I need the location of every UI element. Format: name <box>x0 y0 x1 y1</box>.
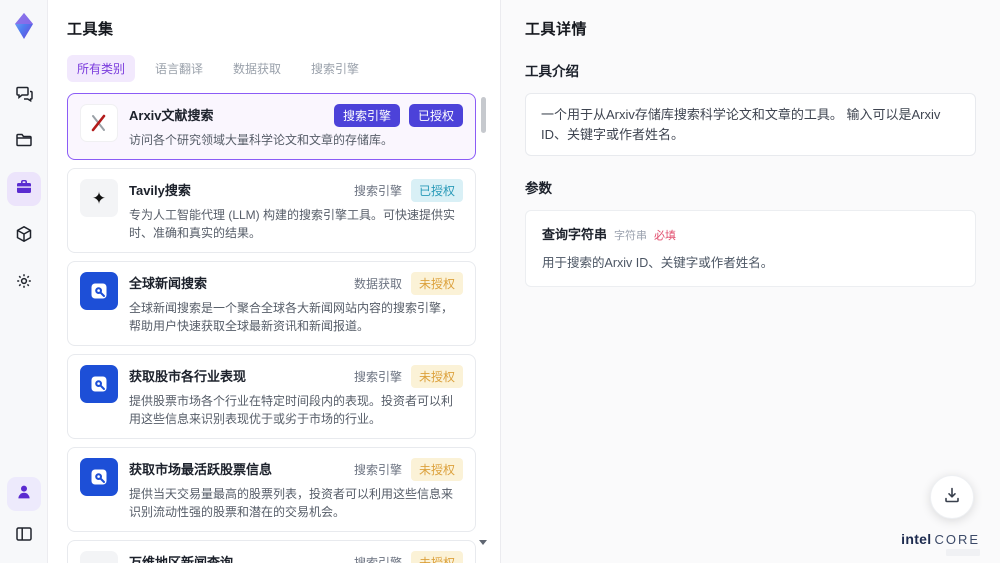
page-title: 工具集 <box>67 21 114 38</box>
auth-badge: 已授权 <box>408 104 463 127</box>
tool-description: 提供当天交易量最高的股票列表，投资者可以利用这些信息来识别流动性强的股票和潜在的… <box>129 487 454 519</box>
param-type: 字符串 <box>614 230 648 242</box>
auth-badge: 未授权 <box>410 458 463 481</box>
tool-details-panel: 工具详情 工具介绍 一个用于从Arxiv存储库搜索科学论文和文章的工具。 输入可… <box>500 0 1000 563</box>
app-window: 工具集 所有类别 语言翻译 数据获取 搜索引擎 Arxiv文献搜索 搜索引擎 已… <box>0 0 1000 563</box>
category-badge: 数据获取 <box>353 277 402 291</box>
tool-description: 全球新闻搜索是一个聚合全球各大新闻网站内容的搜索引擎，帮助用户快速获取全球最新资… <box>129 301 454 333</box>
blue-search-icon <box>80 365 118 403</box>
tool-list: Arxiv文献搜索 搜索引擎 已授权 访问各个研究领域大量科学论文和文章的存储库… <box>67 93 488 563</box>
tool-name: 全球新闻搜索 <box>129 276 208 291</box>
category-badge: 搜索引擎 <box>353 184 402 198</box>
download-button[interactable] <box>930 475 974 519</box>
auth-badge: 未授权 <box>410 272 463 295</box>
app-logo <box>6 8 42 44</box>
auth-badge: 已授权 <box>410 179 463 202</box>
brand-core-text: core <box>934 532 980 547</box>
layout-panel-icon <box>14 524 34 549</box>
scrollbar-down-arrow[interactable] <box>479 540 487 545</box>
tab-all-categories[interactable]: 所有类别 <box>67 55 136 82</box>
tool-name: 获取市场最活跃股票信息 <box>129 462 273 477</box>
nav-chat-button[interactable] <box>7 78 41 112</box>
icon-rail <box>0 0 48 563</box>
download-icon <box>942 485 962 510</box>
brand-intel-text: intel <box>901 531 932 547</box>
tab-translation[interactable]: 语言翻译 <box>145 55 213 82</box>
blue-search-icon <box>80 272 118 310</box>
nav-tools-button[interactable] <box>6 172 41 206</box>
intel-core-logo: intel core <box>901 532 980 556</box>
param-description: 用于搜索的Arxiv ID、关键字或作者姓名。 <box>542 256 774 270</box>
category-badge: 搜索引擎 <box>353 463 402 477</box>
category-tabs: 所有类别 语言翻译 数据获取 搜索引擎 <box>67 55 488 82</box>
tool-card-tavily[interactable]: ✦ Tavily搜索 搜索引擎 已授权 专为人工智能代理 (LLM) 构建的搜索… <box>67 168 476 253</box>
category-badge: 搜索引擎 <box>353 556 402 563</box>
tool-name: 获取股市各行业表现 <box>129 369 247 384</box>
scrollbar-thumb[interactable] <box>481 97 486 133</box>
intro-heading: 工具介绍 <box>525 64 579 79</box>
tool-description: 专为人工智能代理 (LLM) 构建的搜索引擎工具。可快速提供实时、准确和真实的结… <box>129 208 456 240</box>
tool-name: Arxiv文献搜索 <box>129 108 214 123</box>
sparkle-icon: ✦ <box>80 179 118 217</box>
blue-search-icon <box>80 458 118 496</box>
tool-description: 访问各个研究领域大量科学论文和文章的存储库。 <box>129 133 394 147</box>
gear-icon <box>14 271 34 296</box>
param-name: 查询字符串 <box>542 227 608 242</box>
user-icon <box>15 483 33 506</box>
newspaper-icon <box>80 551 118 563</box>
tab-search-engine[interactable]: 搜索引擎 <box>301 55 369 82</box>
params-heading: 参数 <box>525 181 552 196</box>
briefcase-icon <box>14 177 34 202</box>
tab-data-fetch[interactable]: 数据获取 <box>223 55 291 82</box>
category-badge: 搜索引擎 <box>353 370 402 384</box>
nav-packages-button[interactable] <box>7 219 41 253</box>
tool-card-global-news[interactable]: 全球新闻搜索 数据获取 未授权 全球新闻搜索是一个聚合全球各大新闻网站内容的搜索… <box>67 261 476 346</box>
user-profile-button[interactable] <box>6 477 41 511</box>
tool-card-arxiv[interactable]: Arxiv文献搜索 搜索引擎 已授权 访问各个研究领域大量科学论文和文章的存储库… <box>67 93 476 160</box>
tools-panel: 工具集 所有类别 语言翻译 数据获取 搜索引擎 Arxiv文献搜索 搜索引擎 已… <box>48 0 500 563</box>
arxiv-icon <box>80 104 118 142</box>
nav-files-button[interactable] <box>7 125 41 159</box>
tool-card-stock-sectors[interactable]: 获取股市各行业表现 搜索引擎 未授权 提供股票市场各个行业在特定时间段内的表现。… <box>67 354 476 439</box>
details-title: 工具详情 <box>525 21 588 38</box>
tool-description: 提供股票市场各个行业在特定时间段内的表现。投资者可以利用这些信息来识别表现优于或… <box>129 394 454 426</box>
param-required-badge: 必填 <box>654 230 677 242</box>
param-item: 查询字符串 字符串 必填 用于搜索的Arxiv ID、关键字或作者姓名。 <box>525 210 976 287</box>
folder-icon <box>14 130 34 155</box>
tool-card-active-stocks[interactable]: 获取市场最活跃股票信息 搜索引擎 未授权 提供当天交易量最高的股票列表，投资者可… <box>67 447 476 532</box>
toggle-sidebar-button[interactable] <box>7 519 41 553</box>
brand-watermark <box>946 549 980 556</box>
intro-box: 一个用于从Arxiv存储库搜索科学论文和文章的工具。 输入可以是Arxiv ID… <box>525 93 976 156</box>
tool-name: 万维地区新闻查询 <box>129 555 234 563</box>
nav-settings-button[interactable] <box>7 266 41 300</box>
cube-icon <box>14 224 34 249</box>
auth-badge: 未授权 <box>410 551 463 563</box>
auth-badge: 未授权 <box>410 365 463 388</box>
category-badge: 搜索引擎 <box>333 104 400 127</box>
tool-name: Tavily搜索 <box>129 183 191 198</box>
chat-icon <box>14 83 34 108</box>
tool-card-regional-news[interactable]: 万维地区新闻查询 搜索引擎 未授权 查询具体行政区划内的新闻，快速了解各地新闻动 <box>67 540 476 563</box>
